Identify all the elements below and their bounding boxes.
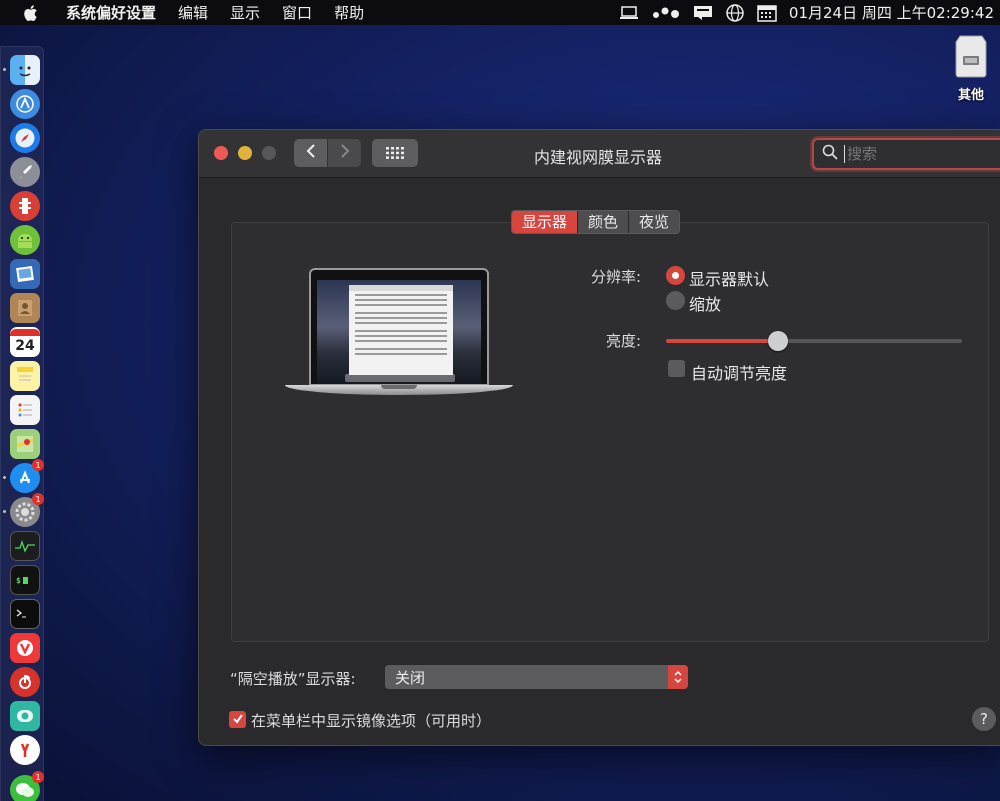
finder-icon[interactable] xyxy=(10,55,40,85)
menu-app-name[interactable]: 系统偏好设置 xyxy=(66,2,156,23)
display-mirror-icon[interactable] xyxy=(619,4,639,22)
calendar-icon[interactable] xyxy=(757,4,777,22)
auto-brightness-checkbox[interactable] xyxy=(668,360,685,377)
preview-icon[interactable] xyxy=(10,259,40,289)
desktop-drive-label: 其他 xyxy=(957,88,984,103)
dock: 24 1 1 $ 1 xyxy=(0,46,44,801)
mirror-options-checkbox[interactable] xyxy=(229,711,246,728)
app-store-icon[interactable]: 1 xyxy=(10,459,44,493)
menu-clock[interactable]: 01月24日 周四 上午02:29:42 xyxy=(789,2,994,23)
tab-display[interactable]: 显示器 xyxy=(512,211,578,233)
auto-brightness-label[interactable]: 自动调节亮度 xyxy=(691,360,787,384)
window-titlebar: 内建视网膜显示器 xyxy=(199,130,1000,178)
menu-help[interactable]: 帮助 xyxy=(334,2,364,23)
menu-edit[interactable]: 编辑 xyxy=(178,2,208,23)
contacts-icon[interactable] xyxy=(10,293,40,323)
airplay-display-select[interactable]: 关闭 xyxy=(385,665,688,689)
system-preferences-badge: 1 xyxy=(32,493,44,505)
search-icon xyxy=(822,144,838,164)
netease-music-icon[interactable] xyxy=(10,667,40,697)
console-icon[interactable]: $ xyxy=(10,565,40,595)
app-store-badge: 1 xyxy=(32,459,44,471)
tab-night-shift[interactable]: 夜览 xyxy=(628,211,680,233)
launchpad-icon[interactable] xyxy=(10,157,40,187)
airplay-display-label: “隔空播放”显示器: xyxy=(230,670,356,688)
maps-icon[interactable] xyxy=(10,429,40,459)
brightness-label: 亮度: xyxy=(605,332,641,350)
connection-dots-icon[interactable] xyxy=(651,4,681,22)
brightness-slider[interactable] xyxy=(666,331,962,351)
updown-arrows-icon xyxy=(668,665,688,689)
activity-monitor-icon[interactable] xyxy=(10,531,40,561)
codepoint-icon[interactable] xyxy=(10,701,40,731)
system-preferences-icon[interactable]: 1 xyxy=(10,493,44,527)
menu-window[interactable]: 窗口 xyxy=(282,2,312,23)
help-button[interactable]: ? xyxy=(972,707,996,731)
filezilla-icon[interactable] xyxy=(10,191,40,221)
resolution-default-radio[interactable] xyxy=(666,266,685,285)
calendar-dock-icon[interactable]: 24 xyxy=(10,327,40,357)
reminders-icon[interactable] xyxy=(10,395,40,425)
resolution-default-label[interactable]: 显示器默认 xyxy=(689,266,769,290)
notification-icon[interactable] xyxy=(693,4,713,22)
notes-icon[interactable] xyxy=(10,361,40,391)
resolution-scaled-radio[interactable] xyxy=(666,291,685,310)
resolution-scaled-label[interactable]: 缩放 xyxy=(689,291,721,315)
tab-bar: 显示器 颜色 夜览 xyxy=(511,210,681,234)
apple-menu-icon[interactable] xyxy=(22,4,52,22)
display-preferences-window: 内建视网膜显示器 显示器 颜色 夜览 xyxy=(198,129,1000,746)
vivaldi-icon[interactable] xyxy=(10,633,40,663)
brightness-slider-knob[interactable] xyxy=(768,331,788,351)
checkmark-icon xyxy=(232,710,244,729)
calendar-dock-day: 24 xyxy=(15,337,35,354)
laptop-illustration xyxy=(285,268,513,406)
svg-text:$: $ xyxy=(16,576,21,585)
yandex-browser-icon[interactable] xyxy=(10,735,40,765)
tab-color[interactable]: 颜色 xyxy=(577,211,629,233)
external-drive-icon xyxy=(946,34,996,82)
android-icon[interactable] xyxy=(10,225,40,255)
resolution-label: 分辨率: xyxy=(590,268,641,286)
search-field[interactable] xyxy=(812,138,1000,170)
wechat-badge: 1 xyxy=(32,771,44,783)
wechat-icon[interactable]: 1 xyxy=(10,771,44,801)
menu-bar: 系统偏好设置 编辑 显示 窗口 帮助 01月24日 周四 上午02:29:42 xyxy=(0,0,1000,25)
terminal-icon[interactable] xyxy=(10,599,40,629)
safari-icon[interactable] xyxy=(10,123,40,153)
mirror-options-label[interactable]: 在菜单栏中显示镜像选项（可用时） xyxy=(251,710,491,731)
brightness-slider-fill xyxy=(666,339,778,343)
desktop-drive[interactable]: 其他 xyxy=(946,34,996,103)
globe-icon[interactable] xyxy=(725,3,745,22)
airplay-display-value: 关闭 xyxy=(395,668,426,687)
search-input[interactable] xyxy=(844,145,994,163)
app-store-alt-icon[interactable] xyxy=(10,89,40,119)
menu-view[interactable]: 显示 xyxy=(230,2,260,23)
